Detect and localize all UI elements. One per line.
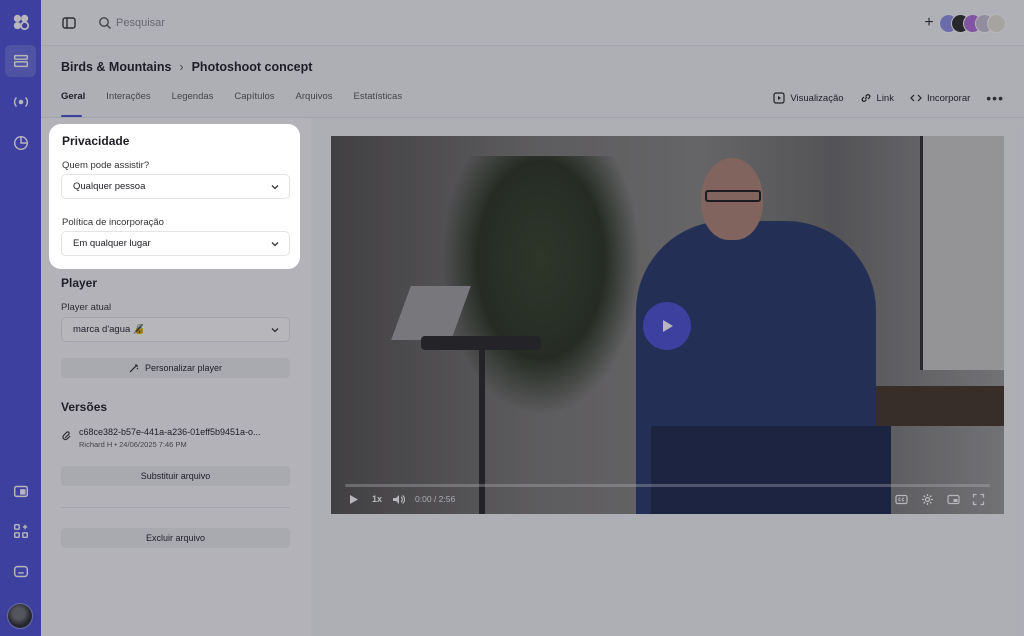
who-can-watch-select[interactable]: Qualquer pessoa	[61, 174, 290, 199]
play-square-icon	[773, 92, 785, 104]
breadcrumb: Birds & Mountains › Photoshoot concept	[61, 60, 312, 74]
versions-section-title: Versões	[61, 400, 108, 414]
pip-control[interactable]	[947, 492, 960, 506]
top-bar: +	[41, 0, 1024, 46]
tab-estatisticas[interactable]: Estatísticas	[354, 91, 424, 115]
play-icon	[350, 494, 358, 504]
link-icon	[861, 94, 870, 102]
breadcrumb-project[interactable]: Birds & Mountains	[61, 60, 171, 74]
pie-chart-icon	[13, 135, 28, 151]
preview-label: Visualização	[790, 92, 844, 104]
chevron-down-icon	[271, 328, 279, 333]
play-pause-control[interactable]	[347, 492, 360, 506]
link-label: Link	[876, 92, 894, 104]
time-display: 0:00 / 2:56	[415, 494, 456, 504]
tab-geral[interactable]: Geral	[61, 91, 106, 117]
sidebar-item-analytics[interactable]	[0, 127, 41, 159]
replace-file-label: Substituir arquivo	[140, 471, 211, 481]
embed-label: Incorporar	[926, 92, 971, 104]
apps-plus-icon	[13, 523, 28, 539]
who-can-watch-value: Qualquer pessoa	[73, 181, 146, 192]
tab-bar: Geral Interações Legendas Capítulos Arqu…	[61, 91, 424, 117]
version-file-meta: Richard H • 24/06/2025 7:46 PM	[79, 440, 187, 449]
who-can-watch-label: Quem pode assistir?	[62, 160, 150, 171]
settings-control[interactable]	[921, 492, 934, 506]
chevron-right-icon: ›	[179, 60, 184, 74]
app-sidebar	[0, 0, 41, 636]
preview-button[interactable]: Visualização	[773, 92, 844, 104]
volume-icon	[393, 494, 405, 504]
user-avatar[interactable]	[7, 603, 33, 629]
broadcast-icon	[13, 96, 28, 108]
current-player-select[interactable]: marca d'agua 🔏	[61, 317, 290, 342]
search-input[interactable]	[116, 13, 276, 33]
player-section-title: Player	[61, 276, 98, 290]
link-button[interactable]: Link	[860, 92, 894, 104]
fullscreen-icon	[972, 493, 985, 505]
privacy-section-title: Privacidade	[62, 134, 130, 148]
embed-policy-label: Política de incorporação	[62, 217, 164, 228]
sidebar-item-channels[interactable]	[0, 475, 41, 507]
logo-icon[interactable]	[0, 6, 41, 38]
customize-player-button[interactable]: Personalizar player	[61, 358, 290, 378]
collaborator-avatars[interactable]	[939, 14, 1009, 34]
embed-policy-select[interactable]: Em qualquer lugar	[61, 231, 290, 256]
captions-control[interactable]	[895, 492, 908, 506]
video-player[interactable]: 1x 0:00 / 2:56	[331, 136, 1004, 514]
chevron-down-icon	[271, 185, 279, 190]
tab-interacoes[interactable]: Interações	[106, 91, 171, 115]
folder-video-icon	[13, 485, 28, 498]
tab-capitulos[interactable]: Capítulos	[234, 91, 295, 115]
embed-policy-value: Em qualquer lugar	[73, 238, 151, 249]
attachment-icon	[62, 431, 71, 441]
more-options-icon[interactable]: •••	[986, 90, 1004, 106]
magic-wand-icon	[129, 364, 139, 373]
replace-file-button[interactable]: Substituir arquivo	[61, 466, 290, 486]
current-player-value: marca d'agua 🔏	[73, 324, 145, 335]
section-divider	[61, 507, 290, 508]
gear-icon	[922, 493, 933, 505]
tab-arquivos[interactable]: Arquivos	[296, 91, 354, 115]
version-file-name[interactable]: c68ce382-b57e-441a-a236-01eff5b9451a-o..…	[79, 427, 260, 437]
fullscreen-control[interactable]	[972, 492, 985, 506]
picture-in-picture-icon	[947, 494, 960, 504]
code-icon	[910, 94, 922, 102]
privacy-card: Privacidade Quem pode assistir? Qualquer…	[49, 124, 300, 269]
chat-icon	[13, 565, 28, 578]
search-icon	[98, 16, 112, 30]
header-actions: Visualização Link Incorporar •••	[773, 90, 1004, 106]
customize-player-label: Personalizar player	[144, 363, 223, 373]
chevron-down-icon	[271, 242, 279, 247]
current-player-label: Player atual	[61, 302, 112, 313]
tab-legendas[interactable]: Legendas	[172, 91, 235, 115]
sidebar-item-integrations[interactable]	[0, 515, 41, 547]
progress-bar[interactable]	[345, 484, 990, 487]
library-icon	[13, 54, 28, 68]
play-icon	[663, 320, 673, 332]
play-button[interactable]	[643, 302, 691, 350]
embed-button[interactable]: Incorporar	[910, 92, 970, 104]
delete-file-label: Excluir arquivo	[145, 533, 206, 543]
breadcrumb-video: Photoshoot concept	[191, 60, 313, 74]
delete-file-button[interactable]: Excluir arquivo	[61, 528, 290, 548]
speed-control[interactable]: 1x	[372, 492, 382, 506]
closed-captions-icon	[895, 494, 908, 504]
video-pane: 1x 0:00 / 2:56	[311, 118, 1024, 636]
add-button[interactable]: +	[920, 14, 938, 32]
avatar	[987, 14, 1006, 33]
sidebar-item-live[interactable]	[0, 86, 41, 118]
volume-control[interactable]	[392, 492, 405, 506]
sidebar-item-videos[interactable]	[5, 45, 36, 77]
sidebar-item-support[interactable]	[0, 556, 41, 588]
sidebar-toggle-icon[interactable]	[61, 15, 77, 31]
